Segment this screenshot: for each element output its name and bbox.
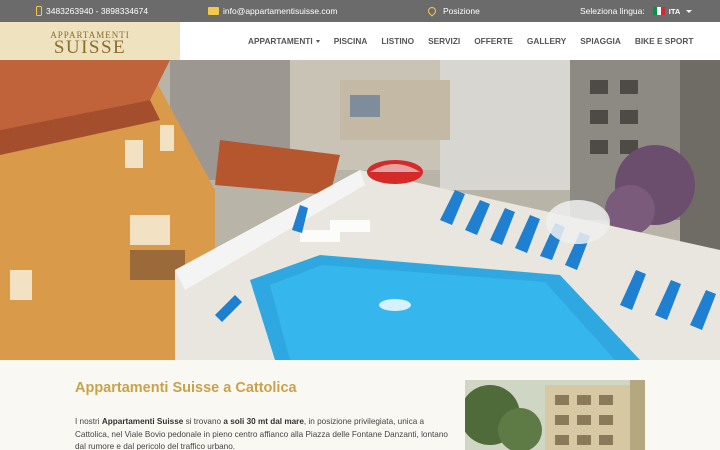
top-bar: 3483263940 - 3898334674 info@appartament… bbox=[0, 0, 720, 22]
nav-listino[interactable]: LISTINO bbox=[381, 36, 414, 46]
section-title: Appartamenti Suisse a Cattolica bbox=[75, 380, 297, 396]
map-pin-icon bbox=[426, 5, 438, 17]
intro-mid: si trovano bbox=[183, 417, 224, 426]
nav-label: SPIAGGIA bbox=[580, 36, 621, 46]
position-label[interactable]: Posizione bbox=[443, 6, 480, 16]
header: APPARTAMENTI SUISSE APPARTAMENTI PISCINA… bbox=[0, 22, 720, 60]
nav-label: APPARTAMENTI bbox=[248, 36, 313, 46]
intro-prefix: I nostri bbox=[75, 417, 102, 426]
email-address[interactable]: info@appartamentisuisse.com bbox=[223, 6, 337, 16]
nav-label: BIKE E SPORT bbox=[634, 36, 694, 46]
nav-label: GALLERY bbox=[526, 36, 567, 46]
nav-spiaggia[interactable]: SPIAGGIA bbox=[580, 36, 621, 46]
intro-section: Appartamenti Suisse a Cattolica I nostri… bbox=[0, 360, 720, 450]
nav-servizi[interactable]: SERVIZI bbox=[428, 36, 460, 46]
nav-label: SERVIZI bbox=[428, 36, 461, 46]
nav-piscina[interactable]: PISCINA bbox=[334, 36, 368, 46]
email-contact[interactable]: info@appartamentisuisse.com bbox=[208, 0, 337, 22]
nav-label: PISCINA bbox=[333, 36, 368, 46]
position-link[interactable]: Posizione bbox=[426, 0, 480, 22]
phone-contact[interactable]: 3483263940 - 3898334674 bbox=[36, 0, 148, 22]
nav-offerte[interactable]: OFFERTE bbox=[474, 36, 513, 46]
hero-pool-image bbox=[0, 60, 720, 360]
italy-flag-icon bbox=[652, 7, 665, 15]
logo-big-text: SUISSE bbox=[53, 37, 127, 58]
phone-icon bbox=[36, 6, 42, 16]
intro-highlight-distance: a soli 30 mt dal mare bbox=[223, 417, 304, 426]
nav-label: LISTINO bbox=[381, 36, 415, 46]
logo[interactable]: APPARTAMENTI SUISSE bbox=[0, 22, 180, 60]
language-selector[interactable]: Seleziona lingua: ITA bbox=[580, 0, 693, 22]
caret-down-icon bbox=[686, 9, 693, 13]
nav-bike-e-sport[interactable]: BIKE E SPORT bbox=[635, 36, 694, 46]
phone-numbers[interactable]: 3483263940 - 3898334674 bbox=[46, 6, 148, 16]
mail-icon bbox=[208, 7, 219, 15]
nav-label: OFFERTE bbox=[474, 36, 513, 46]
nav-gallery[interactable]: GALLERY bbox=[527, 36, 566, 46]
building-photo bbox=[465, 380, 645, 450]
nav-appartamenti[interactable]: APPARTAMENTI bbox=[248, 36, 320, 46]
chevron-down-icon bbox=[315, 39, 320, 43]
language-code[interactable]: ITA bbox=[669, 7, 681, 16]
language-label: Seleziona lingua: bbox=[580, 6, 645, 16]
main-nav: APPARTAMENTI PISCINA LISTINO SERVIZI OFF… bbox=[248, 22, 707, 60]
intro-paragraph: I nostri Appartamenti Suisse si trovano … bbox=[75, 416, 455, 450]
intro-highlight-name: Appartamenti Suisse bbox=[101, 417, 184, 426]
